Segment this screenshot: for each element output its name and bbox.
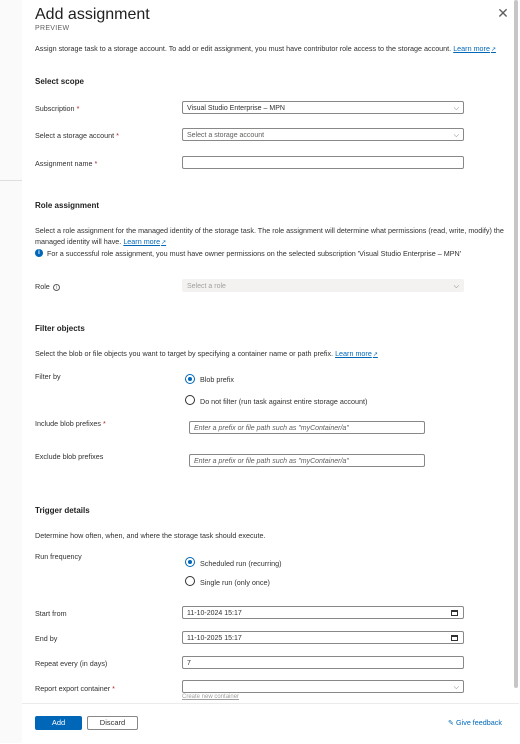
report-container-dropdown[interactable]: ⌵ [182,680,464,693]
report-container-label: Report export container * [35,684,115,693]
section-heading-scope: Select scope [35,77,84,86]
page-title: Add assignment [35,6,150,23]
add-assignment-panel: Add assignment PREVIEW ✕ Assign storage … [22,0,519,744]
intro-text: Assign storage task to a storage account… [35,44,496,53]
run-frequency-label: Run frequency [35,552,82,561]
filter-description: Select the blob or file objects you want… [35,349,378,358]
storage-account-label: Select a storage account * [35,131,119,140]
external-link-icon: ↗ [490,47,496,53]
repeat-every-input[interactable]: 7 [182,656,464,669]
section-heading-trigger: Trigger details [35,506,90,515]
scrollbar-thumb[interactable] [514,0,518,688]
give-feedback-link[interactable]: ✎ Give feedback [448,718,502,727]
section-heading-filter: Filter objects [35,324,85,333]
info-icon: i [52,283,60,291]
include-prefix-label: Include blob prefixes * [35,419,106,428]
chevron-down-icon: ⌵ [453,132,459,139]
radio-blob-prefix[interactable] [185,374,195,384]
storage-account-dropdown[interactable]: Select a storage account ⌵ [182,128,464,141]
radio-label-blob-prefix: Blob prefix [200,375,234,384]
subscription-label: Subscription * [35,104,80,113]
exclude-prefix-label: Exclude blob prefixes [35,452,104,461]
calendar-icon [451,610,458,616]
close-icon[interactable]: ✕ [496,6,510,20]
add-button[interactable]: Add [35,716,82,730]
external-link-icon: ↗ [161,240,167,246]
radio-label-single-run: Single run (only once) [200,578,270,587]
chevron-down-icon: ⌵ [453,105,459,112]
external-link-icon: ↗ [372,352,378,358]
footer-bar: Add Discard ✎ Give feedback [22,703,519,744]
discard-button[interactable]: Discard [87,716,138,730]
role-label: Role i [35,282,60,291]
radio-single-run[interactable] [185,576,195,586]
end-by-datetime-input[interactable]: 11-10-2025 15:17 [182,631,464,644]
assignment-name-input[interactable] [182,156,464,169]
role-dropdown[interactable]: Select a role ⌵ [182,279,464,292]
chevron-down-icon: ⌵ [453,684,459,691]
assignment-name-label: Assignment name * [35,159,98,168]
role-info-text: For a successful role assignment, you mu… [47,249,462,258]
end-by-label: End by [35,634,58,643]
learn-more-link[interactable]: Learn more [335,349,372,358]
radio-do-not-filter[interactable] [185,395,195,405]
exclude-prefix-input[interactable]: Enter a prefix or file path such as "myC… [189,454,425,467]
chevron-down-icon: ⌵ [453,283,459,290]
info-icon: i [35,249,43,257]
create-new-container-link[interactable]: Create new container [182,694,239,700]
repeat-every-label: Repeat every (in days) [35,659,108,668]
learn-more-link[interactable]: Learn more [123,237,160,246]
filter-by-label: Filter by [35,372,61,381]
start-from-datetime-input[interactable]: 11-10-2024 15:17 [182,606,464,619]
radio-scheduled-run[interactable] [185,557,195,567]
radio-label-scheduled-run: Scheduled run (recurring) [200,559,282,568]
preview-badge: PREVIEW [35,25,70,32]
feedback-icon: ✎ [448,718,455,727]
include-prefix-input[interactable]: Enter a prefix or file path such as "myC… [189,421,425,434]
trigger-description: Determine how often, when, and where the… [35,531,266,540]
background-blade [0,0,23,743]
radio-label-do-not-filter: Do not filter (run task against entire s… [200,397,368,406]
section-heading-role: Role assignment [35,201,100,210]
role-description: Select a role assignment for the managed… [35,226,504,246]
calendar-icon [451,635,458,641]
subscription-dropdown[interactable]: Visual Studio Enterprise – MPN ⌵ [182,101,464,114]
start-from-label: Start from [35,609,67,618]
scrollbar[interactable] [513,0,519,690]
learn-more-link[interactable]: Learn more [453,44,490,53]
